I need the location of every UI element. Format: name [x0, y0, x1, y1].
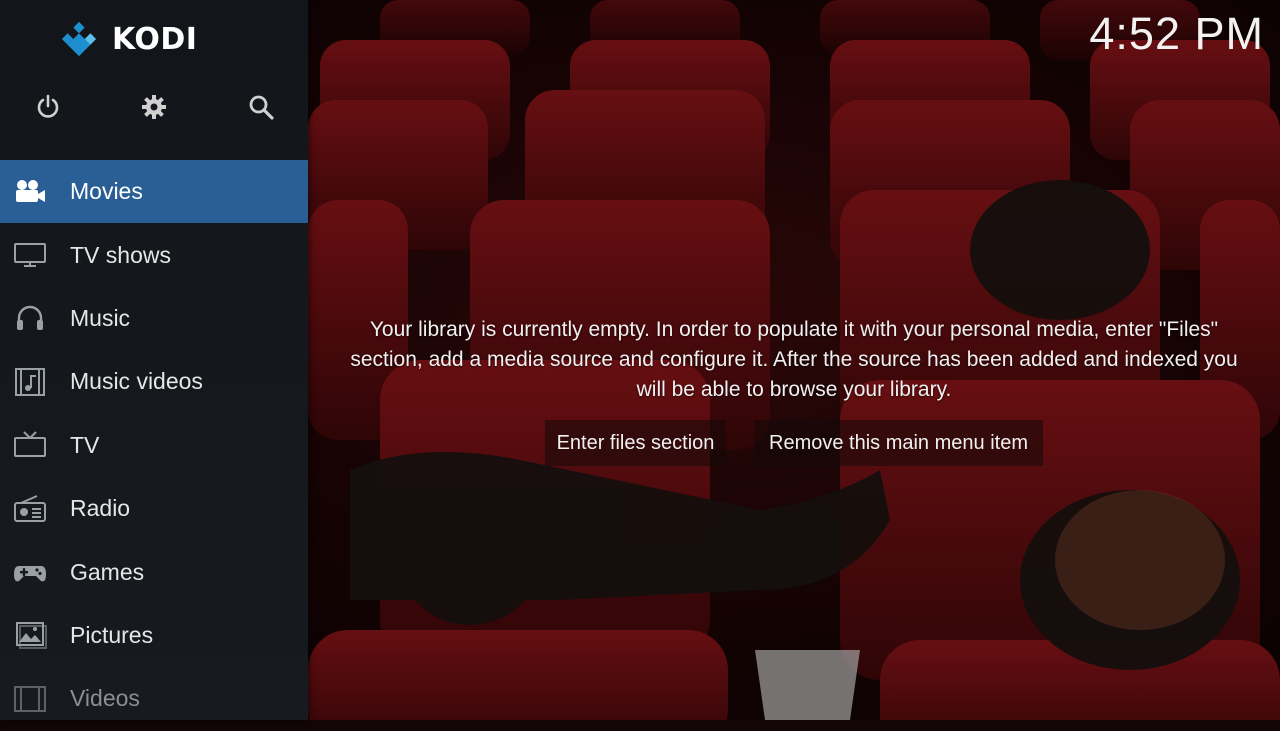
kodi-logo: KODI	[60, 20, 197, 58]
settings-icon	[142, 95, 166, 119]
headphones-icon	[12, 301, 48, 335]
power-icon	[37, 94, 59, 118]
menu-item-pictures[interactable]: Pictures	[0, 604, 308, 667]
kodi-logo-icon	[61, 21, 97, 57]
menu-label: TV	[70, 431, 100, 458]
radio-icon	[12, 492, 48, 526]
menu-label: Videos	[70, 685, 140, 712]
app-name: KODI	[112, 21, 198, 57]
movie-camera-icon	[12, 175, 48, 209]
menu-label: Music videos	[70, 368, 203, 395]
menu-item-music-videos[interactable]: Music videos	[0, 350, 308, 413]
menu-item-tv-shows[interactable]: TV shows	[0, 223, 308, 286]
pictures-icon	[12, 618, 48, 652]
empty-library-message: Your library is currently empty. In orde…	[350, 318, 1238, 401]
menu-item-tv[interactable]: TV	[0, 414, 308, 477]
power-button[interactable]	[25, 84, 71, 130]
film-strip-icon	[12, 682, 48, 716]
menu-item-videos[interactable]: Videos	[0, 667, 308, 730]
menu-label: Movies	[70, 178, 143, 205]
menu-item-radio[interactable]: Radio	[0, 477, 308, 540]
menu-item-games[interactable]: Games	[0, 540, 308, 603]
settings-button[interactable]	[131, 84, 177, 130]
clock: 4:52 PM	[1089, 8, 1264, 59]
monitor-icon	[12, 238, 48, 272]
menu-label: Pictures	[70, 621, 154, 648]
menu-label: Radio	[70, 495, 131, 522]
menu-label: TV shows	[70, 241, 171, 268]
menu-label: Games	[70, 558, 145, 585]
top-icon-bar	[0, 84, 308, 130]
gamepad-icon	[12, 555, 48, 589]
menu-label: Music	[70, 304, 131, 331]
sidebar: KODI Movies TV shows Music Music videos …	[0, 0, 308, 720]
search-button[interactable]	[238, 84, 284, 130]
search-icon	[249, 95, 274, 120]
menu-item-movies[interactable]: Movies	[0, 160, 308, 224]
enter-files-section-button[interactable]: Enter files section	[545, 420, 726, 466]
menu-item-music[interactable]: Music	[0, 287, 308, 350]
tv-icon	[12, 428, 48, 462]
main-menu: Movies TV shows Music Music videos TV Ra…	[0, 160, 308, 731]
remove-menu-item-button[interactable]: Remove this main menu item	[754, 420, 1043, 466]
music-video-icon	[12, 365, 48, 399]
